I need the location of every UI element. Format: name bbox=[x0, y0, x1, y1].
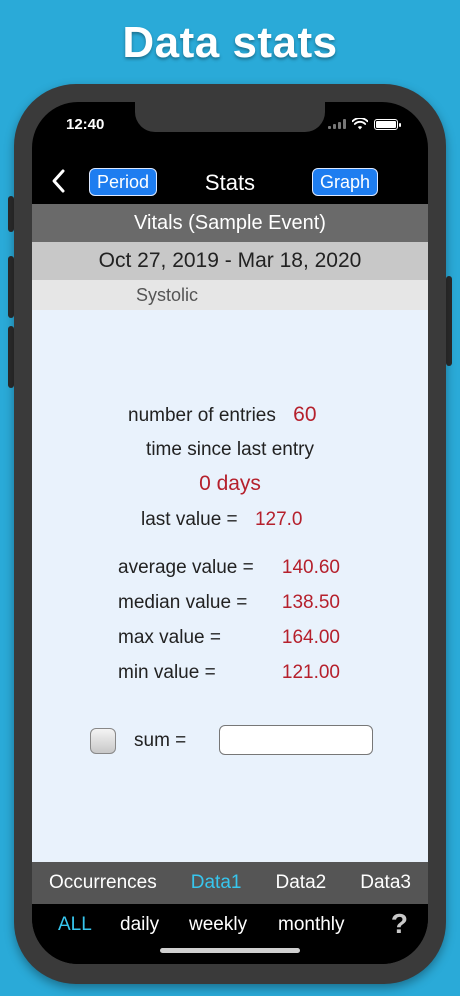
min-label: min value = bbox=[118, 662, 216, 683]
range-monthly-button[interactable]: monthly bbox=[278, 914, 345, 936]
range-all-button[interactable]: ALL bbox=[58, 914, 92, 936]
status-icons bbox=[328, 118, 401, 130]
phone-frame: 12:40 Period Stats Graph Vitals (Sample … bbox=[14, 84, 446, 984]
tab-data1[interactable]: Data1 bbox=[191, 872, 242, 894]
period-range: Oct 27, 2019 - Mar 18, 2020 bbox=[32, 242, 428, 280]
sum-checkbox[interactable] bbox=[90, 728, 116, 754]
stats-panel: number of entries 60 time since last ent… bbox=[32, 310, 428, 862]
sum-field[interactable] bbox=[219, 725, 373, 755]
entries-value: 60 bbox=[293, 403, 317, 426]
max-label: max value = bbox=[118, 627, 221, 648]
tab-data3[interactable]: Data3 bbox=[360, 872, 411, 894]
since-label: time since last entry bbox=[146, 439, 314, 460]
battery-icon bbox=[374, 118, 401, 130]
field-name: Systolic bbox=[32, 280, 428, 310]
notch bbox=[135, 102, 325, 132]
average-label: average value = bbox=[118, 557, 254, 578]
range-weekly-button[interactable]: weekly bbox=[189, 914, 247, 936]
tab-occurrences[interactable]: Occurrences bbox=[49, 872, 157, 894]
wifi-icon bbox=[352, 118, 368, 130]
screen: 12:40 Period Stats Graph Vitals (Sample … bbox=[32, 102, 428, 964]
max-value: 164.00 bbox=[281, 627, 340, 648]
data-tabs: Occurrences Data1 Data2 Data3 bbox=[32, 862, 428, 904]
entries-label: number of entries bbox=[128, 405, 276, 426]
range-bar: ALL daily weekly monthly ? bbox=[32, 904, 428, 964]
cellular-signal-icon bbox=[328, 119, 346, 129]
phone-power-button bbox=[446, 276, 452, 366]
last-value-row: last value = 127.0 bbox=[141, 509, 302, 531]
sum-label: sum = bbox=[134, 730, 187, 751]
median-label: median value = bbox=[118, 592, 248, 613]
tab-data2[interactable]: Data2 bbox=[276, 872, 327, 894]
min-value: 121.00 bbox=[281, 662, 340, 683]
navigation-bar: Period Stats Graph bbox=[32, 160, 428, 202]
headline: Data stats bbox=[122, 18, 338, 67]
last-value-label: last value = bbox=[141, 509, 238, 530]
question-mark-icon[interactable]: ? bbox=[391, 908, 408, 940]
range-daily-button[interactable]: daily bbox=[120, 914, 159, 936]
status-time: 12:40 bbox=[66, 116, 105, 133]
home-indicator bbox=[160, 948, 300, 953]
entries-row: number of entries 60 bbox=[128, 403, 317, 427]
average-value: 140.60 bbox=[281, 557, 340, 578]
graph-button[interactable]: Graph bbox=[312, 168, 379, 196]
last-value: 127.0 bbox=[254, 509, 303, 530]
since-value: 0 days bbox=[199, 472, 261, 495]
median-value: 138.50 bbox=[281, 592, 340, 613]
event-title: Vitals (Sample Event) bbox=[32, 204, 428, 242]
